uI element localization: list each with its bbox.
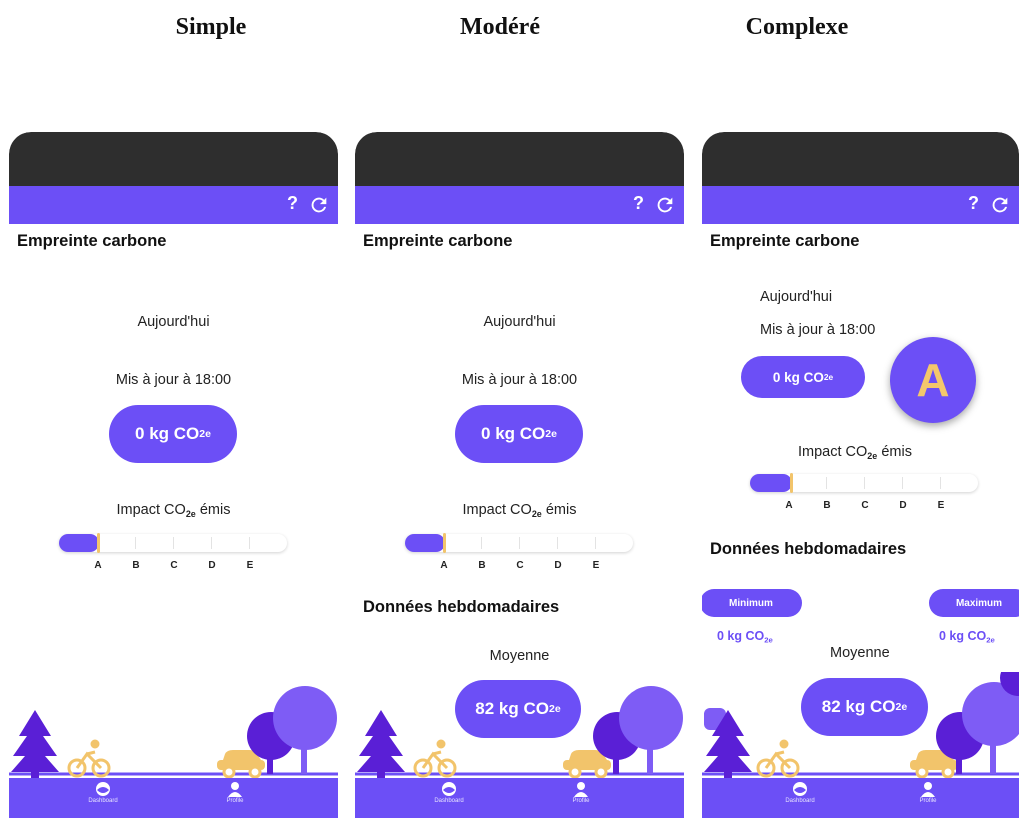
scale-fill (59, 534, 99, 552)
nav-profile[interactable]: Profile (205, 781, 265, 804)
column-title-moderate: Modéré (460, 14, 540, 40)
column-title-simple: Simple (175, 14, 247, 40)
average-co2-pill: 82 kg CO 2e (801, 678, 928, 736)
person-icon (574, 782, 588, 797)
today-label: Aujourd'hui (760, 289, 833, 305)
nav-profile[interactable]: Profile (551, 781, 611, 804)
grade-label-c: C (170, 560, 178, 571)
nav-dashboard[interactable]: Dashboard (419, 781, 479, 804)
help-button[interactable]: ? (968, 193, 979, 214)
app-bar: ? (355, 186, 684, 224)
dashboard-icon (96, 782, 110, 796)
average-label: Moyenne (830, 645, 890, 661)
weekly-title: Données hebdomadaires (710, 540, 907, 558)
grade-label-a: A (94, 560, 102, 571)
scale-marker (443, 533, 446, 553)
scale-marker (790, 473, 793, 493)
refresh-icon[interactable] (654, 194, 676, 216)
cyclist-icon (67, 739, 111, 778)
impact-scale: A B C D E (750, 473, 978, 518)
bottom-nav: Dashboard Profile (355, 778, 684, 818)
help-button[interactable]: ? (633, 193, 644, 214)
phone-complex: ? Empreinte carbone Aujourd'hui Mis à jo… (702, 132, 1019, 818)
daily-co2-pill: 0 kg CO 2e (741, 356, 865, 398)
updated-label: Mis à jour à 18:00 (115, 372, 232, 388)
grade-label-e: E (937, 500, 945, 511)
grade-label-d: D (208, 560, 216, 571)
grade-badge: A (890, 337, 976, 423)
nav-profile[interactable]: Profile (898, 781, 958, 804)
impact-label: Impact CO2e émis (462, 502, 577, 520)
scale-fill (405, 534, 445, 552)
impact-label: Impact CO2e émis (798, 444, 912, 462)
status-bar (355, 132, 684, 186)
impact-label: Impact CO2e émis (116, 502, 231, 520)
dashboard-icon (442, 782, 456, 796)
pine-tree-icon (11, 710, 59, 778)
pine-tree-icon (357, 710, 405, 778)
cyclist-icon (413, 739, 457, 778)
grade-label-e: E (592, 560, 600, 571)
weekly-title: Données hebdomadaires (363, 598, 560, 616)
grade-label-b: B (132, 560, 140, 571)
impact-scale: A B C D E (405, 533, 633, 578)
app-bar: ? (9, 186, 338, 224)
minimum-button[interactable]: Minimum (702, 589, 802, 617)
status-bar (9, 132, 338, 186)
grade-label-c: C (861, 500, 869, 511)
status-bar (702, 132, 1019, 186)
grade-label-a: A (440, 560, 448, 571)
impact-scale: A B C D E (59, 533, 287, 578)
nav-dashboard[interactable]: Dashboard (73, 781, 133, 804)
page-title: Empreinte carbone (17, 232, 167, 250)
grade-label-c: C (516, 560, 524, 571)
column-title-complex: Complexe (745, 14, 849, 40)
daily-co2-pill: 0 kg CO 2e (455, 405, 583, 463)
nav-dashboard[interactable]: Dashboard (770, 781, 830, 804)
grade-label-d: D (899, 500, 907, 511)
page-title: Empreinte carbone (710, 232, 860, 250)
average-co2-pill: 82 kg CO 2e (455, 680, 581, 738)
updated-label: Mis à jour à 18:00 (461, 372, 578, 388)
cyclist-icon (756, 739, 800, 778)
dashboard-icon (793, 782, 807, 796)
landscape-illustration (9, 686, 338, 779)
grade-label-a: A (785, 500, 793, 511)
refresh-icon[interactable] (989, 194, 1011, 216)
page-title: Empreinte carbone (363, 232, 513, 250)
phone-simple: ? Empreinte carbone Aujourd'hui Mis à jo… (9, 132, 338, 818)
help-button[interactable]: ? (287, 193, 298, 214)
person-icon (921, 782, 935, 797)
grade-label-b: B (823, 500, 831, 511)
person-icon (228, 782, 242, 797)
minimum-value: 0 kg CO2e (717, 629, 773, 645)
grade-label-b: B (478, 560, 486, 571)
scale-marker (97, 533, 100, 553)
app-bar: ? (702, 186, 1019, 224)
daily-co2-pill: 0 kg CO 2e (109, 405, 237, 463)
refresh-icon[interactable] (308, 194, 330, 216)
bottom-nav: Dashboard Profile (9, 778, 338, 818)
grade-label-e: E (246, 560, 254, 571)
today-label: Aujourd'hui (137, 314, 210, 330)
average-label: Moyenne (489, 648, 550, 664)
pine-tree-icon (704, 708, 752, 778)
bottom-nav: Dashboard Profile (702, 778, 1019, 818)
maximum-value: 0 kg CO2e (939, 629, 995, 645)
maximum-button[interactable]: Maximum (929, 589, 1019, 617)
scale-fill (750, 474, 792, 492)
phone-moderate: ? Empreinte carbone Aujourd'hui Mis à jo… (355, 132, 684, 818)
grade-label-d: D (554, 560, 562, 571)
updated-label: Mis à jour à 18:00 (760, 322, 876, 338)
today-label: Aujourd'hui (483, 314, 556, 330)
